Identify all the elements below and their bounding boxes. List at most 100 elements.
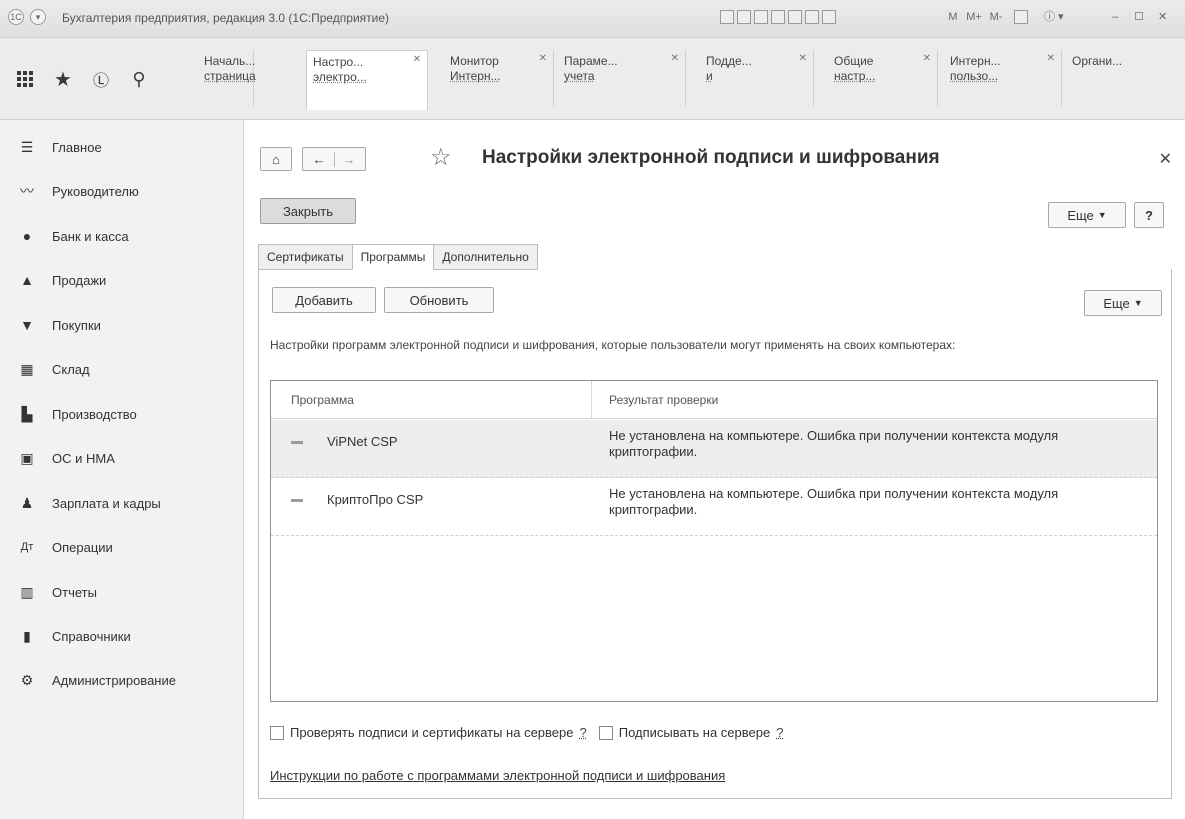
tab-signature-settings[interactable]: Настро... электро... ✕ [306,50,428,110]
close-form-icon[interactable]: ✕ [1159,149,1172,169]
favorite-icon[interactable] [771,10,786,25]
memory-m-button[interactable]: M [946,8,960,26]
form-area: ⌂ ← → ☆ Настройки электронной подписи и … [244,120,1185,819]
sign-server-label[interactable]: Подписывать на сервере [619,725,771,740]
settings-tabs: Сертификаты Программы Дополнительно [258,244,538,270]
add-button[interactable]: Добавить [272,287,376,313]
server-options: Проверять подписи и сертификаты на серве… [270,725,783,740]
tab-close-icon[interactable]: ✕ [799,51,807,66]
close-window-icon[interactable]: ✕ [1158,8,1167,26]
toolbar-icons[interactable] [720,8,837,26]
favorites-star-icon[interactable]: ★ [52,68,74,91]
calculator-icon[interactable] [805,10,820,25]
sidebar-item-fixed-assets[interactable]: ▣ ОС и НМА [0,446,244,470]
factory-icon: ▙ [21,405,33,422]
sidebar-item-catalogs[interactable]: ▮ Справочники [0,624,244,648]
person-icon: ♟ [20,494,34,511]
cart-icon: ▼ [20,317,34,333]
tab-internet-monitor[interactable]: Монитор Интерн... ✕ [444,50,554,106]
sidebar-item-operations[interactable]: Дт Операции [0,535,244,559]
tab-additional[interactable]: Дополнительно [433,244,538,270]
tab-organizations[interactable]: Органи... [1066,50,1178,106]
window-title-bar: 1С ▾ Бухгалтерия предприятия, редакция 3… [0,0,1185,38]
tab-support[interactable]: Подде... и ✕ [700,50,814,106]
tab-programs[interactable]: Программы [351,244,435,270]
calendar-icon[interactable] [822,10,837,25]
tab-close-icon[interactable]: ✕ [413,52,421,67]
sign-server-help[interactable]: ? [776,725,783,740]
history-icon[interactable]: Ⓛ [90,68,112,90]
sidebar-item-main[interactable]: ☰ Главное [0,135,244,159]
table-row[interactable]: КриптоПро CSP Не установлена на компьюте… [271,478,1157,536]
app-logo-icon[interactable]: 1С [8,9,24,25]
sidebar-item-purchases[interactable]: ▼ Покупки [0,313,244,337]
bag-icon: ▲ [20,272,34,288]
check-server-checkbox[interactable] [270,725,284,740]
sidebar-item-salary[interactable]: ♟ Зарплата и кадры [0,491,244,515]
sidebar-item-manager[interactable]: 〰 Руководителю [0,179,244,203]
warehouse-icon: ▦ [20,360,34,377]
memory-minus-button[interactable]: M- [986,8,1006,26]
search-icon[interactable]: ⚲ [128,68,150,90]
history-icon[interactable] [788,10,803,25]
open-windows-bar: ★ Ⓛ ⚲ Началь... страница Настро... элект… [0,38,1185,120]
apps-grid-icon[interactable] [14,68,36,90]
check-result: Не установлена на компьютере. Ошибка при… [609,428,1059,459]
column-header-program[interactable]: Программа [291,393,354,407]
panel-toggle-icon[interactable] [1014,8,1028,26]
document-icon[interactable] [720,10,734,25]
tab-accounting-params[interactable]: Параме... учета ✕ [558,50,686,106]
copy-icon[interactable] [754,10,769,25]
more-button[interactable]: Еще ▼ [1048,202,1126,228]
check-server-label[interactable]: Проверять подписи и сертификаты на серве… [290,725,573,740]
help-button[interactable]: ? [1134,202,1164,228]
window-title: Бухгалтерия предприятия, редакция 3.0 (1… [62,11,390,25]
print-icon[interactable] [737,10,752,25]
truck-icon: ▣ [20,449,34,466]
main-menu-icon[interactable]: ▾ [30,9,46,25]
sidebar-item-production[interactable]: ▙ Производство [0,402,244,426]
check-server-help[interactable]: ? [579,725,586,740]
tab-start-page[interactable]: Началь... страница [198,50,256,106]
chevron-down-icon: ▼ [1133,298,1143,308]
program-name: ViPNet CSP [327,434,398,449]
sign-server-checkbox[interactable] [598,725,613,740]
tab-close-icon[interactable]: ✕ [539,51,547,66]
nav-arrows: ← → [302,147,366,171]
sidebar-item-bank[interactable]: ● Банк и касса [0,224,244,248]
more-button-list[interactable]: Еще ▼ [1084,290,1162,316]
column-divider [591,381,592,419]
tab-close-icon[interactable]: ✕ [923,51,931,66]
tab-internet-users[interactable]: Интерн... пользо... ✕ [944,50,1062,106]
refresh-button[interactable]: Обновить [384,287,494,313]
tab-general-settings[interactable]: Общие настр... ✕ [828,50,938,106]
tab-close-icon[interactable]: ✕ [671,51,679,66]
tab-certificates[interactable]: Сертификаты [258,244,353,270]
minimize-icon[interactable]: ‒ [1112,8,1118,26]
sidebar-item-warehouse[interactable]: ▦ Склад [0,357,244,381]
info-icon[interactable]: ⓘ ▾ [1044,8,1064,26]
maximize-icon[interactable]: ☐ [1134,8,1144,26]
memory-plus-button[interactable]: M+ [964,8,984,26]
page-title: Настройки электронной подписи и шифрован… [482,147,940,168]
coin-icon: ● [22,228,32,244]
gear-icon: ⚙ [20,671,34,688]
home-icon: ⌂ [272,151,280,167]
forward-arrow-icon[interactable]: → [335,152,364,167]
sidebar-item-administration[interactable]: ⚙ Администрирование [0,668,244,692]
instructions-link[interactable]: Инструкции по работе с программами элект… [270,768,725,783]
sidebar-item-reports[interactable]: ▥ Отчеты [0,580,244,604]
favorite-star-icon[interactable]: ☆ [430,143,452,172]
operations-icon: Дт [20,541,34,553]
home-button[interactable]: ⌂ [260,147,292,171]
table-row[interactable]: ViPNet CSP Не установлена на компьютере.… [271,420,1157,478]
trend-icon: 〰 [20,183,34,199]
menu-icon: ☰ [20,138,34,155]
sidebar-item-sales[interactable]: ▲ Продажи [0,268,244,292]
back-arrow-icon[interactable]: ← [305,151,335,167]
close-button[interactable]: Закрыть [260,198,356,224]
tab-close-icon[interactable]: ✕ [1047,51,1055,66]
column-header-result[interactable]: Результат проверки [609,393,718,407]
row-marker-icon [291,441,303,444]
quick-tools: ★ Ⓛ ⚲ [14,68,150,91]
